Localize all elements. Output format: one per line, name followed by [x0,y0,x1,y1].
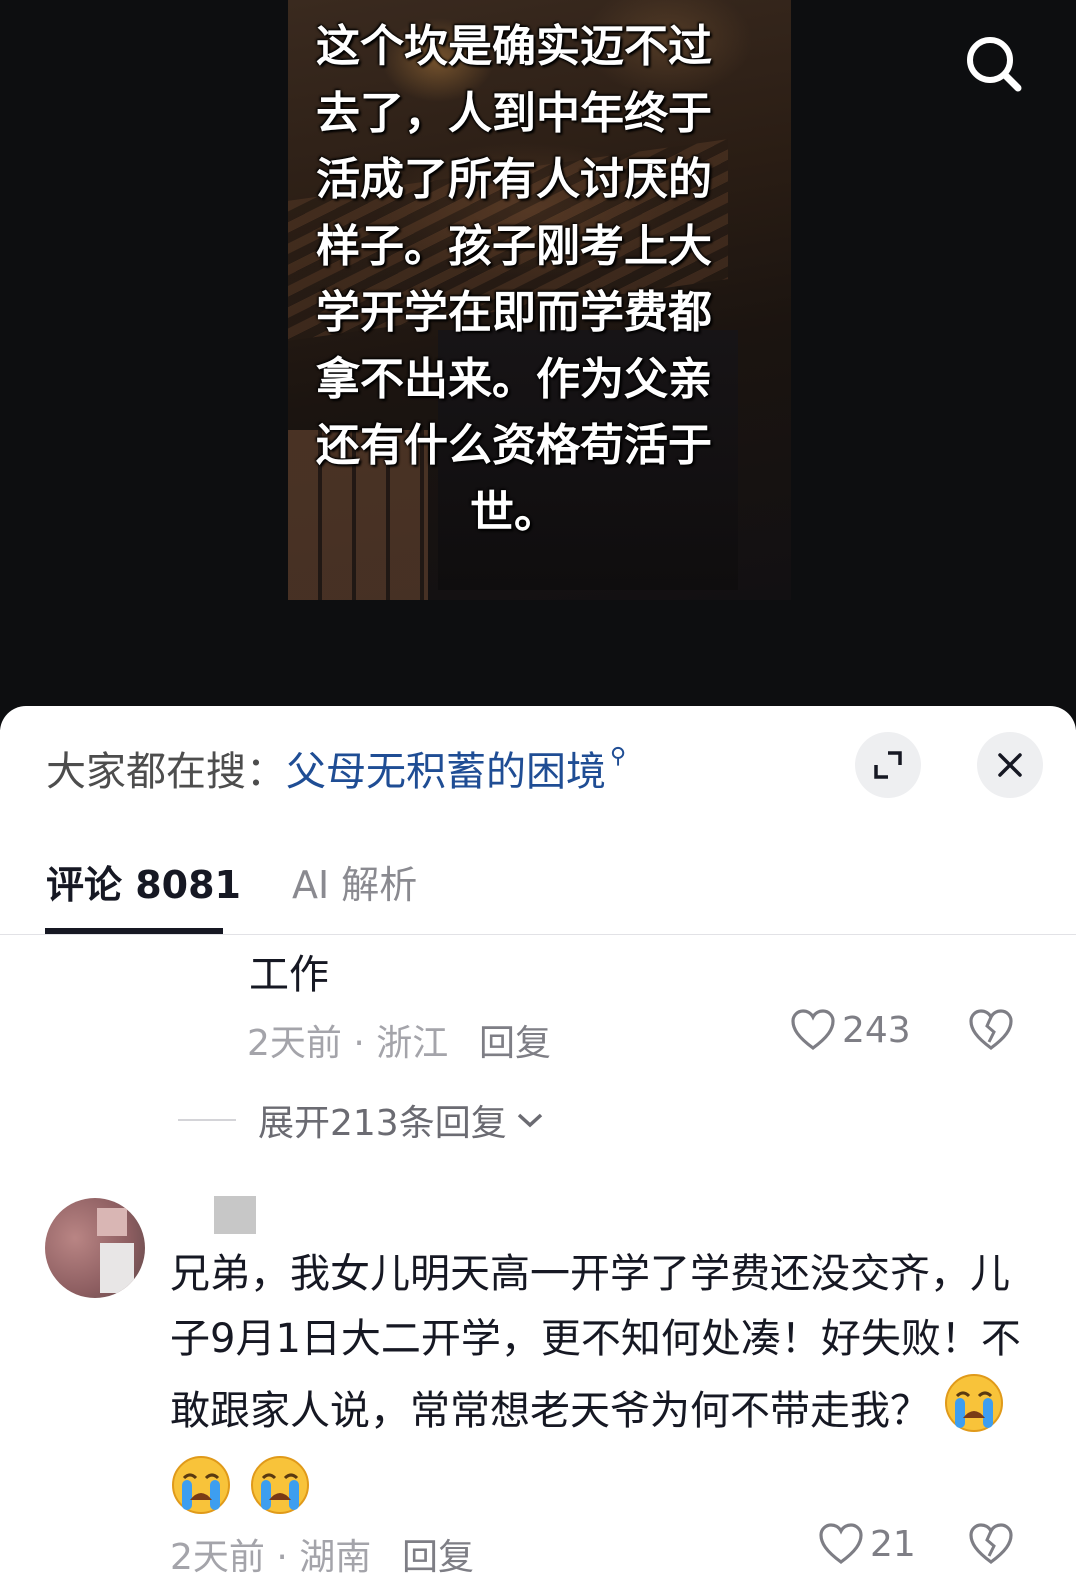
like-button[interactable]: 243 [790,1008,911,1052]
search-button[interactable] [960,30,1030,100]
heart-icon [819,1523,863,1564]
expand-button[interactable] [855,732,921,798]
expand-line [178,1119,236,1121]
comment-body: 兄弟，我女儿明天高一开学了学费还没交齐，儿子9月1日大二开学，更不知何处凑！好失… [170,1251,1021,1434]
divider [0,934,1076,935]
reply-button[interactable]: 回复 [479,1014,551,1066]
avatar[interactable] [45,1198,145,1298]
expand-icon [874,751,902,779]
like-count: 21 [870,1523,916,1565]
dislike-button[interactable] [968,1008,1014,1056]
video-caption: 这个坎是确实迈不过去了，人到中年终于活成了所有人讨厌的样子。孩子刚考上大学开学在… [316,21,712,538]
reply-button[interactable]: 回复 [402,1528,474,1580]
comment-text: 工作 [249,952,329,998]
close-button[interactable] [977,732,1043,798]
comment-meta: 2天前 · 湖南 [170,1537,372,1578]
comments-sheet: 大家都在搜： 父母无积蓄的困境 ⚲ 评论 8081 AI 解析 工作 2天前 ·… [0,706,1076,1586]
like-button[interactable]: 21 [818,1522,916,1566]
username-redacted[interactable] [214,1196,256,1234]
close-icon [998,753,1022,777]
comment-text: 兄弟，我女儿明天高一开学了学费还没交齐，儿子9月1日大二开学，更不知何处凑！好失… [170,1242,1030,1536]
expand-replies-label: 展开213条回复 [258,1103,507,1144]
hot-search-prefix: 大家都在搜： [46,749,286,795]
crying-face-icon [943,1372,1005,1454]
broken-heart-icon [969,1009,1013,1050]
chevron-down-icon [517,1113,542,1128]
heart-icon [791,1009,835,1050]
crying-face-icon [249,1454,311,1536]
video-player[interactable]: 这个坎是确实迈不过去了，人到中年终于活成了所有人讨厌的样子。孩子刚考上大学开学在… [0,0,1076,730]
magnifier-icon: ⚲ [610,743,627,769]
search-icon [967,37,1022,92]
crying-face-icon [170,1454,232,1536]
tab-comments[interactable]: 评论 8081 [46,854,241,909]
like-count: 243 [842,1009,911,1051]
hot-search-query[interactable]: 父母无积蓄的困境 [286,739,606,797]
dislike-button[interactable] [968,1522,1014,1570]
tab-ai-analysis[interactable]: AI 解析 [292,854,417,909]
comment-meta: 2天前 · 浙江 [247,1023,449,1064]
broken-heart-icon [969,1523,1013,1564]
expand-replies[interactable]: 展开213条回复 [178,1094,545,1146]
hot-search-bar[interactable]: 大家都在搜： 父母无积蓄的困境 ⚲ [46,740,626,796]
